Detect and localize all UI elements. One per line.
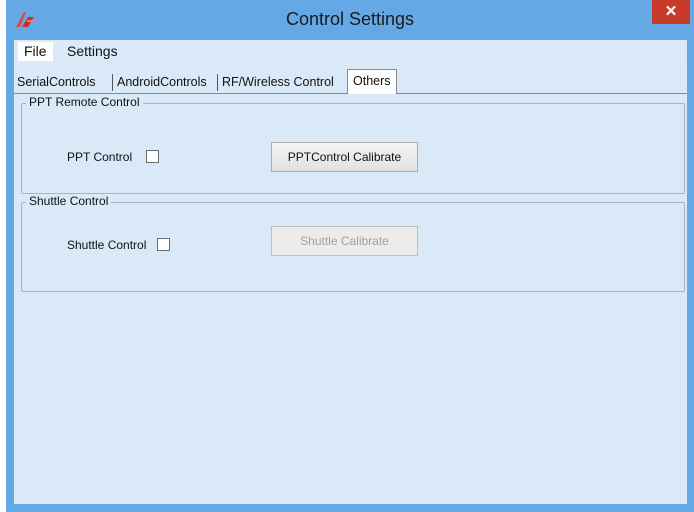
close-button[interactable]: ✕	[652, 0, 690, 24]
ppt-control-checkbox[interactable]	[146, 150, 159, 163]
tab-separator	[217, 74, 218, 91]
window-title: Control Settings	[285, 9, 415, 29]
tab-serial-controls[interactable]: SerialControls	[17, 72, 96, 93]
tab-separator	[112, 74, 113, 91]
group-title: PPT Remote Control	[26, 95, 143, 109]
shuttle-calibrate-button[interactable]: Shuttle Calibrate	[271, 226, 418, 256]
shuttle-control-label: Shuttle Control	[67, 238, 147, 252]
shuttle-control-checkbox[interactable]	[157, 238, 170, 251]
menu-bar: File Settings	[14, 40, 687, 63]
menu-settings[interactable]: Settings	[61, 42, 124, 61]
ppt-control-label: PPT Control	[67, 150, 133, 164]
title-bar[interactable]: Control Settings ✕	[6, 0, 694, 38]
group-title: Shuttle Control	[26, 194, 112, 208]
shuttle-control-group: Shuttle Control Shuttle Control Shuttle …	[21, 194, 685, 292]
app-window: Control Settings ✕ File Settings SerialC…	[6, 0, 694, 512]
tab-strip: SerialControls AndroidControls RF/Wirele…	[14, 64, 687, 94]
ppt-remote-control-group: PPT Remote Control PPT Control PPTContro…	[21, 95, 685, 194]
ppt-control-calibrate-button[interactable]: PPTControl Calibrate	[271, 142, 418, 172]
client-area: File Settings SerialControls AndroidCont…	[14, 40, 687, 504]
tab-android-controls[interactable]: AndroidControls	[117, 72, 207, 93]
tab-rf-wireless-control[interactable]: RF/Wireless Control	[222, 72, 334, 93]
menu-file[interactable]: File	[18, 42, 53, 61]
tab-others[interactable]: Others	[347, 69, 397, 94]
